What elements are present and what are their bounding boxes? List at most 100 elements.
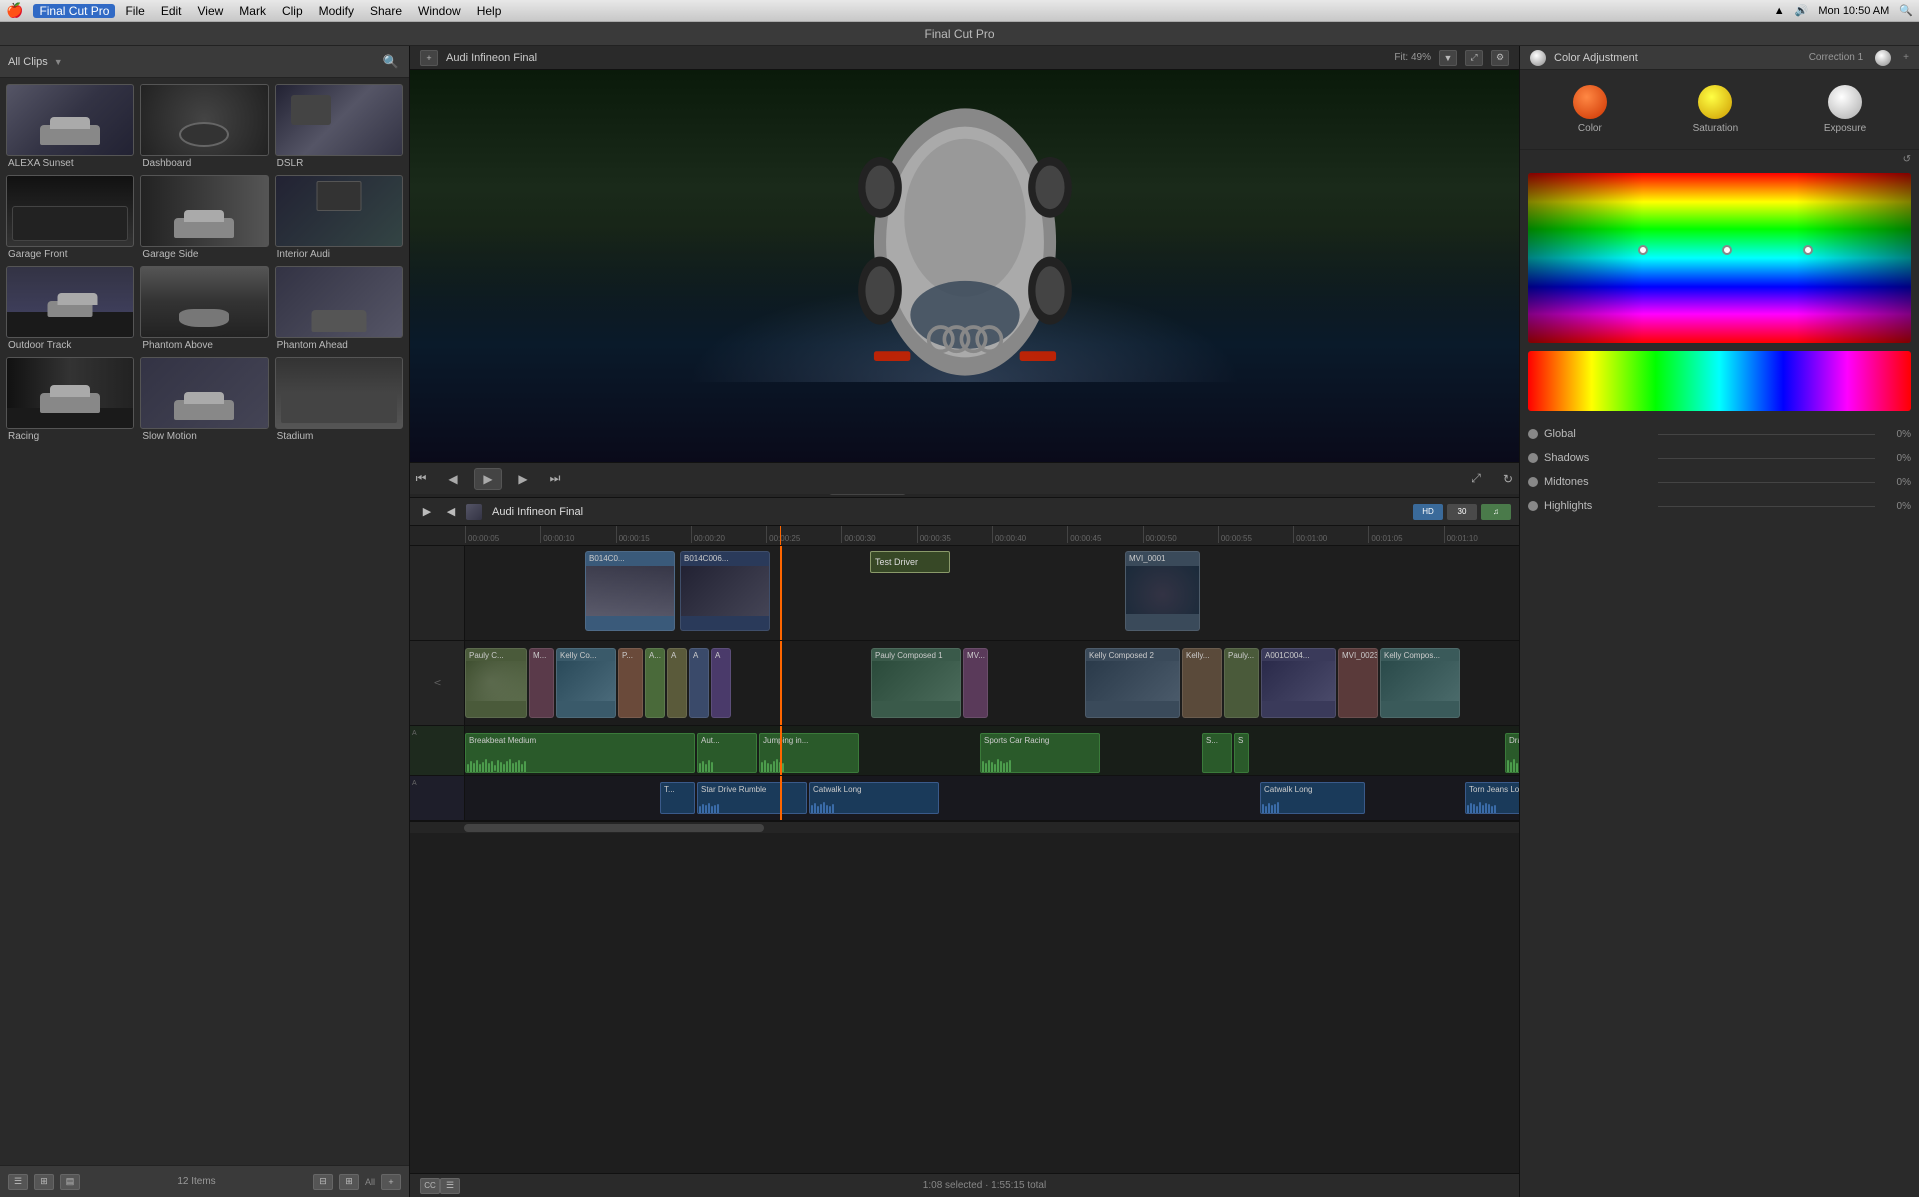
viewer-share-icon[interactable]: ↻ [1497,470,1519,488]
viewer-add-btn[interactable]: + [420,50,438,66]
audio-jumping[interactable]: Jumping in... [759,733,859,773]
viewer-zoom-btn[interactable]: ▼ [1439,50,1457,66]
audio-sports[interactable]: Sports Car Racing [980,733,1100,773]
clip-item-dashboard[interactable]: Dashboard [140,84,268,169]
main-clip-6[interactable]: A [667,648,687,718]
viewer-fullscreen-btn[interactable]: ⤢ [1465,50,1483,66]
menu-file[interactable]: File [119,4,150,18]
viewer-image [410,70,1519,462]
main-clip-2[interactable]: M... [529,648,554,718]
sort-btn[interactable]: ⊟ [313,1174,333,1190]
viewer-settings-btn[interactable]: ⚙ [1491,50,1509,66]
audio-star-drive[interactable]: Star Drive Rumble [697,782,807,814]
overlay-test-driver[interactable]: Test Driver [870,551,950,573]
audio-catwalk2[interactable]: Catwalk Long [1260,782,1365,814]
main-clip-pauly-c1[interactable]: Pauly Composed 1 [871,648,961,718]
audio-drag[interactable]: Drag Race [1505,733,1519,773]
main-clip-4[interactable]: P... [618,648,643,718]
menu-clip[interactable]: Clip [276,4,309,18]
clip-item-garage-side[interactable]: Garage Side [140,175,268,260]
add-btn[interactable]: + [381,1174,401,1190]
audio-aut[interactable]: Aut... [697,733,757,773]
clip-mvi0001[interactable]: MVI_0001 [1125,551,1200,631]
color-dot-1[interactable] [1638,245,1648,255]
clip-b014c0[interactable]: B014C0... [585,551,675,631]
clip-item-phantom-above[interactable]: Phantom Above [140,266,268,351]
grid-view-btn[interactable]: ⊞ [34,1174,54,1190]
audio-s2[interactable]: S [1234,733,1249,773]
list-view-btn[interactable]: ☰ [8,1174,28,1190]
color-dot-3[interactable] [1803,245,1813,255]
clip-b014c006[interactable]: B014C006... [680,551,770,631]
audio-catwalk1[interactable]: Catwalk Long [809,782,939,814]
menu-modify[interactable]: Modify [313,4,360,18]
clip-item-racing[interactable]: Racing [6,357,134,442]
menu-share[interactable]: Share [364,4,408,18]
add-correction-btn[interactable]: + [1903,52,1909,63]
clip-item-slow-motion[interactable]: Slow Motion [140,357,268,442]
main-clip-mvi0023[interactable]: MVI_0023 [1338,648,1378,718]
menu-edit[interactable]: Edit [155,4,188,18]
timeline-play-btn[interactable]: ▶ [418,504,436,520]
global-slider[interactable] [1658,434,1875,435]
bottom-captions-btn[interactable]: CC [420,1178,440,1194]
apple-menu[interactable]: 🍎 [6,2,23,19]
search-icon[interactable]: 🔍 [381,52,401,72]
main-clip-pauly-s[interactable]: Pauly... [1224,648,1259,718]
color-ctrl-sat[interactable]: Saturation [1693,85,1739,134]
audio-torn[interactable]: Torn Jeans Long [1465,782,1519,814]
bottom-timeline-btn[interactable]: ☰ [440,1178,460,1194]
menu-help[interactable]: Help [471,4,508,18]
clip-item-phantom-ahead[interactable]: Phantom Ahead [275,266,403,351]
color-dot-2[interactable] [1722,245,1732,255]
main-clip-a001[interactable]: A001C004... [1261,648,1336,718]
clip-label-alexa: ALEXA Sunset [6,158,134,169]
clip-item-dslr[interactable]: DSLR [275,84,403,169]
color-ctrl-exp[interactable]: Exposure [1824,85,1866,134]
highlights-slider[interactable] [1658,506,1875,507]
shadows-slider[interactable] [1658,458,1875,459]
audio-s1[interactable]: S... [1202,733,1232,773]
midtones-slider[interactable] [1658,482,1875,483]
scroll-thumb[interactable] [464,824,764,832]
viewer-step-back-icon[interactable]: ◀ [442,470,464,488]
ruler-mark-1: 00:00:10 [540,526,615,543]
dropdown-arrow-icon[interactable]: ▼ [54,57,63,67]
viewer-content [410,70,1519,462]
main-clip-kelly-c3[interactable]: Kelly Compos... [1380,648,1460,718]
search-menubar-icon[interactable]: 🔍 [1899,4,1913,17]
clip-item-alexa[interactable]: ALEXA Sunset [6,84,134,169]
timeline-scrollbar[interactable] [410,821,1519,833]
viewer-controls: ⏮ ◀ ▶ ▶ ⏭ ⤢ ↻ [410,462,1519,494]
color-gradient-area[interactable] [1528,173,1911,343]
timeline-back-btn[interactable]: ◀ [442,504,460,520]
main-clip-5[interactable]: A... [645,648,665,718]
viewer-title: Audi Infineon Final [446,52,537,64]
clip-item-garage-front[interactable]: Garage Front [6,175,134,260]
main-clip-8[interactable]: A [711,648,731,718]
color-ctrl-color[interactable]: Color [1573,85,1607,134]
audio-t[interactable]: T... [660,782,695,814]
menu-mark[interactable]: Mark [233,4,272,18]
viewer-skip-fwd-icon[interactable]: ⏭ [544,470,566,488]
main-clip-1[interactable]: Pauly C... [465,648,527,718]
audio-breakbeat[interactable]: Breakbeat Medium [465,733,695,773]
main-clip-3[interactable]: Kelly Co... [556,648,616,718]
main-clip-kelly-s[interactable]: Kelly... [1182,648,1222,718]
viewer-step-fwd-icon[interactable]: ▶ [512,470,534,488]
clip-item-interior[interactable]: Interior Audi [275,175,403,260]
main-clip-7[interactable]: A [689,648,709,718]
clip-item-stadium[interactable]: Stadium [275,357,403,442]
main-clip-mv[interactable]: MV... [963,648,988,718]
color-reset-icon[interactable]: ↺ [1903,154,1911,165]
viewer-skip-back-icon[interactable]: ⏮ [410,470,432,488]
menu-app[interactable]: Final Cut Pro [33,4,115,18]
viewer-fullscreen-ctrl-icon[interactable]: ⤢ [1465,470,1487,488]
filter-btn[interactable]: ⊞ [339,1174,359,1190]
viewer-play-btn[interactable]: ▶ [474,468,502,490]
menu-window[interactable]: Window [412,4,467,18]
main-clip-kelly2[interactable]: Kelly Composed 2 [1085,648,1180,718]
clip-item-outdoor[interactable]: Outdoor Track [6,266,134,351]
filmstrip-view-btn[interactable]: ▤ [60,1174,80,1190]
menu-view[interactable]: View [192,4,230,18]
